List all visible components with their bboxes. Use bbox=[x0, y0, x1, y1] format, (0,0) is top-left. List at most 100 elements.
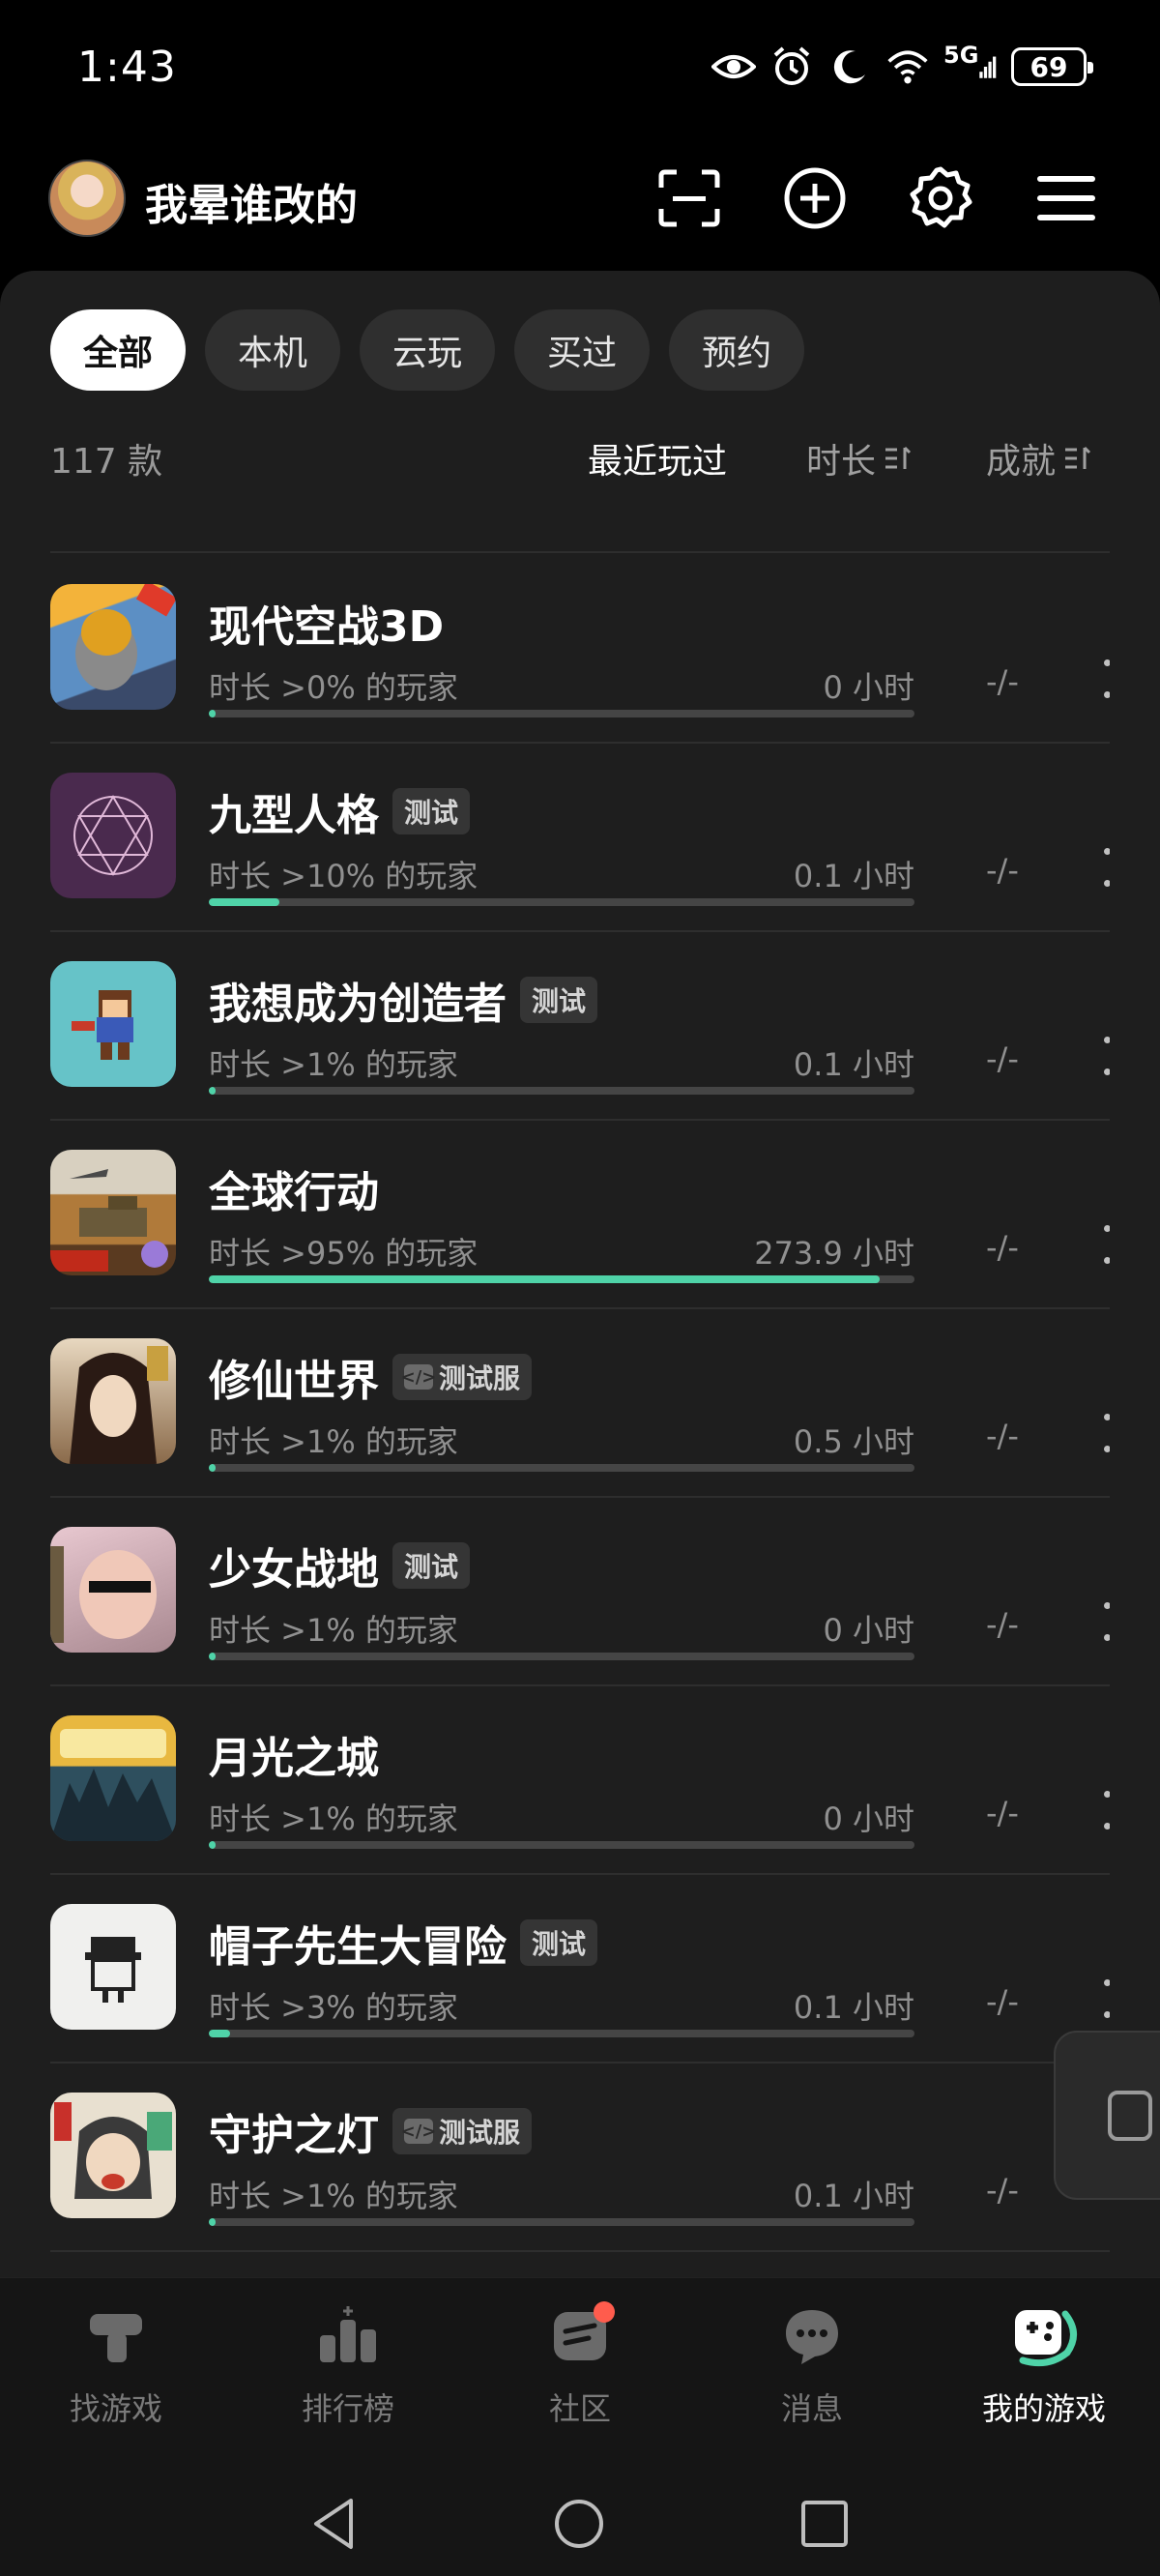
test-tag-label: 测试 bbox=[532, 1928, 587, 1960]
add-icon[interactable] bbox=[779, 162, 851, 234]
floating-download-button[interactable] bbox=[1054, 2031, 1160, 2200]
game-row[interactable]: 少女战地 测试 时长 >1% 的玩家 0 小时 -/- bbox=[50, 1498, 1110, 1686]
menu-icon[interactable] bbox=[1030, 162, 1102, 234]
game-row[interactable]: 修仙世界 </> 测试服 时长 >1% 的玩家 0.5 小时 -/- bbox=[50, 1309, 1110, 1498]
my-games-icon bbox=[1009, 2301, 1079, 2371]
playtime-bar-fill bbox=[209, 710, 217, 717]
game-row[interactable]: 月光之城 时长 >1% 的玩家 0 小时 -/- bbox=[50, 1686, 1110, 1875]
achievement-value: -/- bbox=[986, 2172, 1019, 2209]
game-row[interactable]: 现代空战3D 时长 >0% 的玩家 0 小时 -/- bbox=[50, 555, 1110, 744]
playtime-bar-fill bbox=[209, 1275, 880, 1283]
playtime-bar-fill bbox=[209, 1653, 217, 1660]
more-options-icon[interactable] bbox=[1102, 1225, 1110, 1264]
scan-icon[interactable] bbox=[653, 162, 725, 234]
game-icon bbox=[50, 584, 176, 710]
nav-find-game[interactable]: 找游戏 bbox=[0, 2301, 232, 2466]
settings-icon[interactable] bbox=[905, 162, 976, 234]
game-row[interactable]: 帽子先生大冒险 测试 时长 >3% 的玩家 0.1 小时 -/- bbox=[50, 1875, 1110, 2064]
game-name: 月光之城 bbox=[209, 1734, 379, 1783]
game-count: 117 款 bbox=[50, 442, 163, 482]
achievement-value: -/- bbox=[986, 1983, 1019, 2020]
game-name: 我想成为创造者 bbox=[209, 980, 507, 1029]
game-hours: 0.1 小时 bbox=[793, 1989, 914, 2026]
nav-label: 社区 bbox=[548, 2390, 611, 2427]
test-tag: 测试 bbox=[392, 788, 471, 834]
game-row[interactable]: 全球行动 时长 >95% 的玩家 273.9 小时 -/- bbox=[50, 1121, 1110, 1309]
more-options-icon[interactable] bbox=[1102, 1979, 1110, 2018]
filter-tab-purchased[interactable]: 买过 bbox=[514, 309, 651, 391]
playtime-bar bbox=[209, 2218, 914, 2226]
filter-tab-local[interactable]: 本机 bbox=[205, 309, 341, 391]
game-hours: 0.1 小时 bbox=[793, 858, 914, 894]
game-hours: 0.1 小时 bbox=[793, 2178, 914, 2214]
game-hours: 0.1 小时 bbox=[793, 1046, 914, 1083]
achievement-value: -/- bbox=[986, 1040, 1019, 1077]
sort-achievement[interactable]: 成就 bbox=[986, 433, 1092, 483]
game-title: 修仙世界 </> 测试服 bbox=[209, 1346, 533, 1408]
test-server-tag: </> 测试服 bbox=[392, 2108, 533, 2154]
playtime-bar bbox=[209, 898, 914, 906]
test-server-tag-label: 测试服 bbox=[439, 1362, 521, 1394]
find-game-icon bbox=[81, 2301, 151, 2371]
test-server-tag-label: 测试服 bbox=[439, 2117, 521, 2149]
avatar[interactable] bbox=[48, 160, 126, 237]
sort-order-icon bbox=[1065, 446, 1091, 469]
game-title: 少女战地 测试 bbox=[209, 1535, 471, 1596]
sort-duration[interactable]: 时长 bbox=[806, 433, 913, 483]
game-icon bbox=[50, 1150, 176, 1275]
header: 我晕谁改的 bbox=[0, 135, 1160, 271]
nav-messages[interactable]: 消息 bbox=[696, 2301, 928, 2466]
back-icon[interactable] bbox=[300, 2490, 367, 2558]
test-tag-label: 测试 bbox=[404, 1551, 459, 1583]
more-options-icon[interactable] bbox=[1102, 848, 1110, 887]
more-options-icon[interactable] bbox=[1102, 1602, 1110, 1641]
playtime-bar bbox=[209, 710, 914, 717]
nav-label: 消息 bbox=[780, 2390, 843, 2427]
game-name: 全球行动 bbox=[209, 1168, 379, 1217]
nav-ranking[interactable]: 排行榜 bbox=[232, 2301, 464, 2466]
game-hours: 0.5 小时 bbox=[793, 1423, 914, 1460]
game-title: 守护之灯 </> 测试服 bbox=[209, 2100, 533, 2162]
community-icon bbox=[545, 2301, 615, 2371]
playtime-bar bbox=[209, 1275, 914, 1283]
game-title: 现代空战3D bbox=[209, 592, 444, 654]
home-icon[interactable] bbox=[545, 2490, 613, 2558]
sort-achievement-label: 成就 bbox=[986, 442, 1057, 482]
test-server-tag: </> 测试服 bbox=[392, 1354, 533, 1400]
nav-community[interactable]: 社区 bbox=[464, 2301, 696, 2466]
ranking-icon bbox=[313, 2301, 383, 2371]
game-icon bbox=[50, 1904, 176, 2030]
game-hours: 0 小时 bbox=[823, 1612, 914, 1649]
sort-recent-label: 最近玩过 bbox=[588, 442, 728, 482]
game-title: 帽子先生大冒险 测试 bbox=[209, 1912, 598, 1974]
achievement-value: -/- bbox=[986, 852, 1019, 889]
game-hours: 273.9 小时 bbox=[754, 1235, 914, 1272]
more-options-icon[interactable] bbox=[1102, 1037, 1110, 1075]
more-options-icon[interactable] bbox=[1102, 1414, 1110, 1452]
status-icons: 5G 69 bbox=[711, 44, 1093, 89]
game-row[interactable]: 我想成为创造者 测试 时长 >1% 的玩家 0.1 小时 -/- bbox=[50, 932, 1110, 1121]
more-options-icon[interactable] bbox=[1102, 659, 1110, 698]
playtime-bar bbox=[209, 1653, 914, 1660]
achievement-value: -/- bbox=[986, 663, 1019, 700]
game-icon bbox=[50, 2093, 176, 2218]
game-row[interactable]: 九型人格 测试 时长 >10% 的玩家 0.1 小时 -/- bbox=[50, 744, 1110, 932]
game-name: 少女战地 bbox=[209, 1545, 379, 1595]
sort-recent[interactable]: 最近玩过 bbox=[588, 433, 727, 483]
sort-order-icon bbox=[885, 446, 912, 469]
filter-tab-cloud[interactable]: 云玩 bbox=[360, 309, 496, 391]
more-options-icon[interactable] bbox=[1102, 1791, 1110, 1830]
filter-tab-reserved[interactable]: 预约 bbox=[669, 309, 805, 391]
nav-label: 我的游戏 bbox=[981, 2390, 1106, 2427]
game-row[interactable]: 守护之灯 </> 测试服 时长 >1% 的玩家 0.1 小时 -/- bbox=[50, 2064, 1110, 2252]
username[interactable]: 我晕谁改的 bbox=[145, 170, 358, 232]
test-tag: 测试 bbox=[520, 977, 598, 1023]
playtime-bar-fill bbox=[209, 1464, 217, 1472]
system-nav bbox=[0, 2471, 1160, 2576]
nav-my-games[interactable]: 我的游戏 bbox=[928, 2301, 1160, 2466]
recents-icon[interactable] bbox=[791, 2490, 858, 2558]
signal-icon: 5G bbox=[943, 44, 998, 89]
game-hours: 0 小时 bbox=[823, 1800, 914, 1837]
filter-tab-all[interactable]: 全部 bbox=[50, 309, 187, 391]
notification-badge bbox=[594, 2301, 615, 2323]
